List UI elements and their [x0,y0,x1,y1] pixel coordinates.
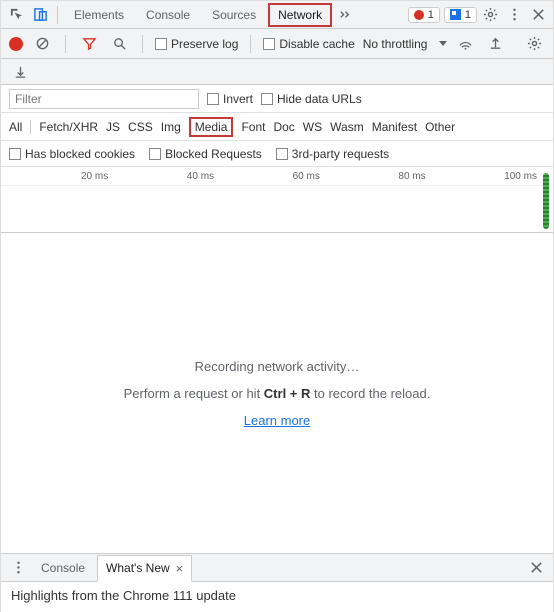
disable-cache-checkbox[interactable]: Disable cache [263,37,354,51]
extra-filters-row: Has blocked cookies Blocked Requests 3rd… [1,141,553,167]
hide-data-urls-checkbox[interactable]: Hide data URLs [261,92,362,106]
filter-bar: Invert Hide data URLs [1,85,553,113]
type-wasm[interactable]: Wasm [330,120,364,134]
issue-count: 1 [465,9,471,21]
tick-label: 20 ms [81,171,108,182]
separator [30,120,31,134]
preserve-log-checkbox[interactable]: Preserve log [155,37,238,51]
blocked-cookies-checkbox[interactable]: Has blocked cookies [9,147,135,161]
clear-icon[interactable] [31,33,53,55]
throttling-select[interactable]: No throttling [363,37,447,51]
network-settings-icon[interactable] [523,33,545,55]
throttling-value: No throttling [363,37,428,51]
filter-icon[interactable] [78,33,100,55]
tab-console[interactable]: Console [136,3,200,27]
blocked-cookies-label: Has blocked cookies [25,147,135,161]
type-media[interactable]: Media [189,117,234,137]
invert-checkbox[interactable]: Invert [207,92,253,106]
drawer-tab-whatsnew[interactable]: What's New × [97,555,192,582]
tick-label: 40 ms [187,171,214,182]
device-toolbar-icon[interactable] [29,4,51,26]
close-devtools-icon[interactable] [527,4,549,26]
error-count: 1 [428,9,434,21]
learn-more-link[interactable]: Learn more [244,413,310,428]
type-doc[interactable]: Doc [273,120,294,134]
type-other[interactable]: Other [425,120,455,134]
type-css[interactable]: CSS [128,120,153,134]
type-img[interactable]: Img [161,120,181,134]
issue-icon [450,9,461,20]
devtools-tab-bar: Elements Console Sources Network 1 1 [1,1,553,29]
type-all[interactable]: All [9,120,22,134]
type-ws[interactable]: WS [303,120,322,134]
disable-cache-label: Disable cache [279,37,354,51]
whats-new-headline: Highlights from the Chrome 111 update [11,588,236,603]
kebab-menu-icon[interactable] [503,4,525,26]
overview-scrollbar[interactable] [543,173,549,229]
close-tab-icon[interactable]: × [176,561,184,576]
close-drawer-icon[interactable] [525,557,547,579]
export-row [1,59,553,85]
drawer-kebab-icon[interactable] [7,557,29,579]
third-party-label: 3rd-party requests [292,147,389,161]
tab-elements[interactable]: Elements [64,3,134,27]
type-manifest[interactable]: Manifest [372,120,417,134]
separator [65,35,66,53]
blocked-requests-checkbox[interactable]: Blocked Requests [149,147,262,161]
type-js[interactable]: JS [106,120,120,134]
recording-text: Recording network activity… [195,359,360,374]
separator [142,35,143,53]
export-har-icon[interactable] [9,61,31,83]
third-party-checkbox[interactable]: 3rd-party requests [276,147,389,161]
type-font[interactable]: Font [241,120,265,134]
drawer-tab-bar: Console What's New × [1,554,553,582]
empty-state: Recording network activity… Perform a re… [1,233,553,553]
search-icon[interactable] [108,33,130,55]
instruction-text: Perform a request or hit Ctrl + R to rec… [124,386,431,401]
tick-label: 100 ms [504,171,537,182]
more-tabs-icon[interactable] [334,4,356,26]
tick-label: 60 ms [293,171,320,182]
tab-network[interactable]: Network [268,3,332,27]
tick-label: 80 ms [398,171,425,182]
blocked-requests-label: Blocked Requests [165,147,262,161]
settings-icon[interactable] [479,4,501,26]
tab-sources[interactable]: Sources [202,3,266,27]
preserve-log-label: Preserve log [171,37,238,51]
overview-timeline[interactable]: 20 ms 40 ms 60 ms 80 ms 100 ms [1,167,553,233]
separator [57,6,58,24]
issues-badge[interactable]: 1 [444,7,477,23]
hide-data-urls-label: Hide data URLs [277,92,362,106]
separator [250,35,251,53]
drawer-content: Highlights from the Chrome 111 update [1,582,553,612]
network-toolbar: Preserve log Disable cache No throttling [1,29,553,59]
type-fetchxhr[interactable]: Fetch/XHR [39,120,98,134]
import-har-icon[interactable] [485,33,507,55]
dropdown-icon [439,41,447,46]
invert-label: Invert [223,92,253,106]
inspect-icon[interactable] [5,4,27,26]
type-filter-row: All Fetch/XHR JS CSS Img Media Font Doc … [1,113,553,141]
shortcut-text: Ctrl + R [264,386,311,401]
filter-input[interactable] [9,89,199,109]
network-conditions-icon[interactable] [455,33,477,55]
drawer: Console What's New × Highlights from the… [1,553,553,612]
record-button[interactable] [9,37,23,51]
error-icon [414,10,424,20]
error-badge[interactable]: 1 [408,7,440,23]
drawer-tab-console[interactable]: Console [33,556,93,580]
